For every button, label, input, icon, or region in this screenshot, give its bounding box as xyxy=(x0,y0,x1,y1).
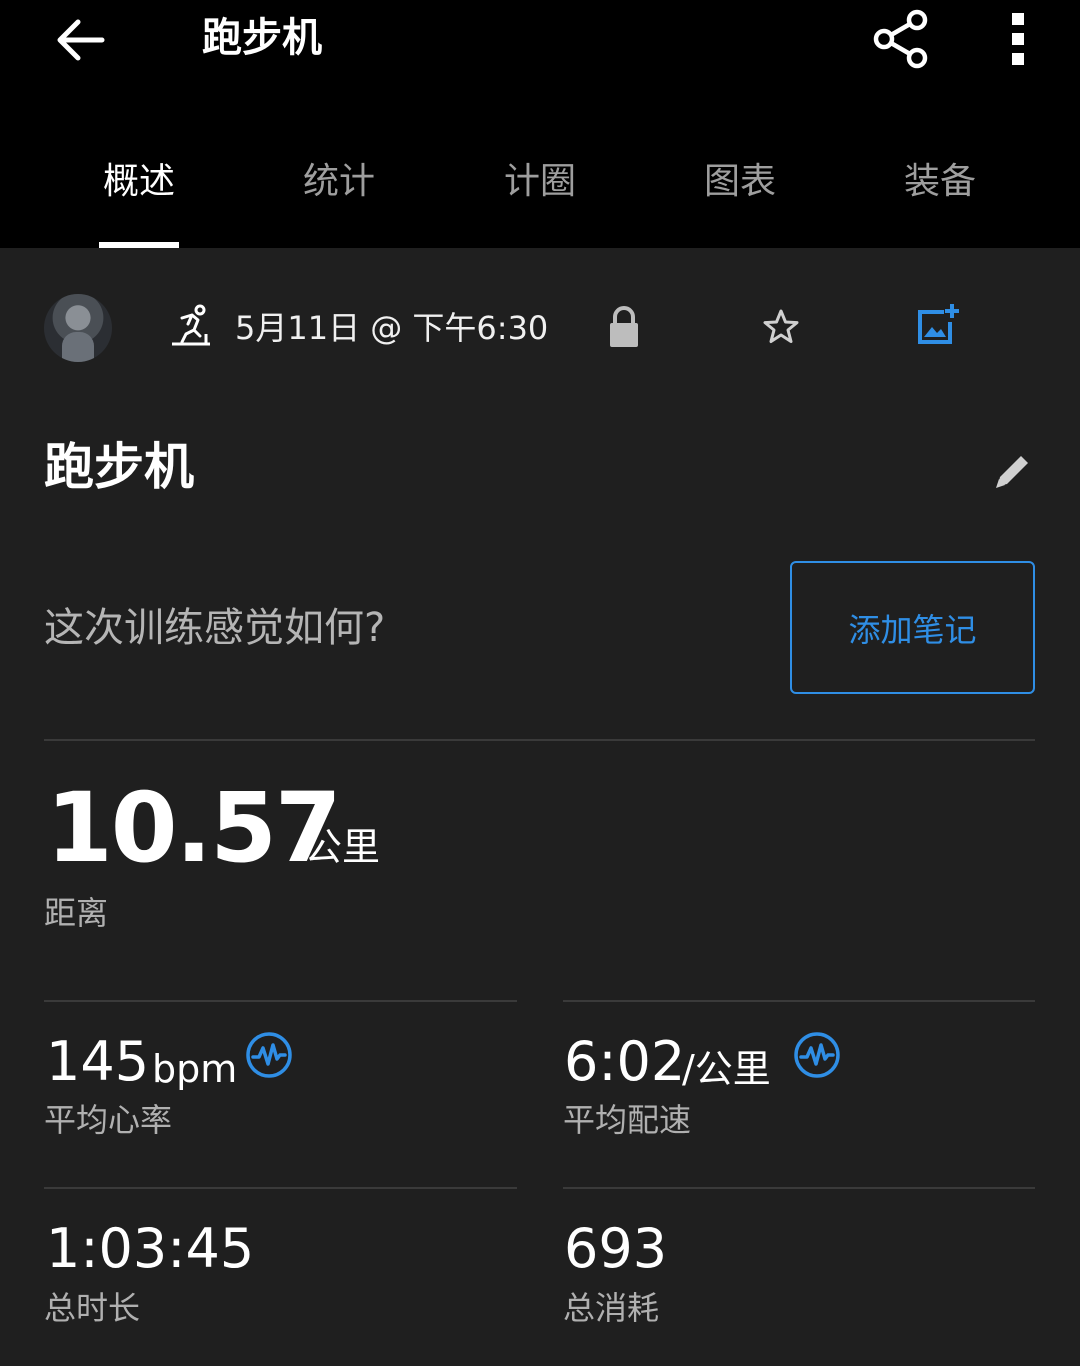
share-icon xyxy=(873,9,928,69)
avg-hr-label: 平均心率 xyxy=(44,1101,173,1139)
add-note-button[interactable]: 添加笔记 xyxy=(790,561,1035,694)
tab-bar: 概述 统计 计圈 图表 装备 xyxy=(0,140,1080,248)
treadmill-run-icon xyxy=(172,304,210,346)
back-button[interactable] xyxy=(40,2,120,78)
share-button[interactable] xyxy=(866,4,936,74)
pace-activity-icon[interactable] xyxy=(793,1031,841,1079)
add-photo-icon[interactable] xyxy=(914,302,960,348)
tab-charts[interactable]: 图表 xyxy=(640,140,840,248)
activity-meta-row: 5月11日 @ 下午6:30 xyxy=(0,290,1080,370)
activity-title: 跑步机 xyxy=(44,438,194,496)
app-header: 跑步机 概述 统计 计圈 图表 装备 xyxy=(0,0,1080,248)
feel-question: 这次训练感觉如何? xyxy=(44,605,386,651)
calories-value: 693 xyxy=(564,1217,668,1280)
tab-gear[interactable]: 装备 xyxy=(840,140,1040,248)
arrow-left-icon xyxy=(57,19,105,61)
page-title: 跑步机 xyxy=(202,15,322,61)
avg-pace-value: 6:02 xyxy=(564,1030,686,1093)
divider xyxy=(44,739,1035,741)
lock-icon[interactable] xyxy=(604,304,644,348)
divider xyxy=(44,1000,517,1002)
avatar[interactable] xyxy=(44,294,112,362)
divider xyxy=(563,1000,1035,1002)
favorite-button[interactable] xyxy=(760,306,802,348)
divider xyxy=(563,1187,1035,1189)
active-tab-indicator xyxy=(99,242,179,248)
calories-label: 总消耗 xyxy=(563,1289,660,1327)
divider xyxy=(44,1187,517,1189)
star-outline-icon xyxy=(763,309,799,343)
heart-rate-icon[interactable] xyxy=(245,1031,293,1079)
total-time-value: 1:03:45 xyxy=(46,1217,255,1280)
more-vertical-icon xyxy=(1012,13,1024,65)
tab-overview[interactable]: 概述 xyxy=(39,140,239,248)
distance-label: 距离 xyxy=(44,894,109,932)
avg-pace-label: 平均配速 xyxy=(563,1101,692,1139)
tab-stats[interactable]: 统计 xyxy=(239,140,439,248)
avg-pace-unit: /公里 xyxy=(682,1047,771,1091)
activity-date: 5月11日 @ 下午6:30 xyxy=(235,309,549,347)
tab-laps[interactable]: 计圈 xyxy=(440,140,640,248)
avg-hr-unit: bpm xyxy=(152,1047,238,1091)
more-options-button[interactable] xyxy=(990,4,1046,74)
distance-unit: 公里 xyxy=(304,825,381,869)
total-time-label: 总时长 xyxy=(44,1289,141,1327)
avg-hr-value: 145 xyxy=(46,1030,150,1093)
distance-value: 10.57 xyxy=(46,772,342,884)
pencil-icon[interactable] xyxy=(990,448,1036,494)
